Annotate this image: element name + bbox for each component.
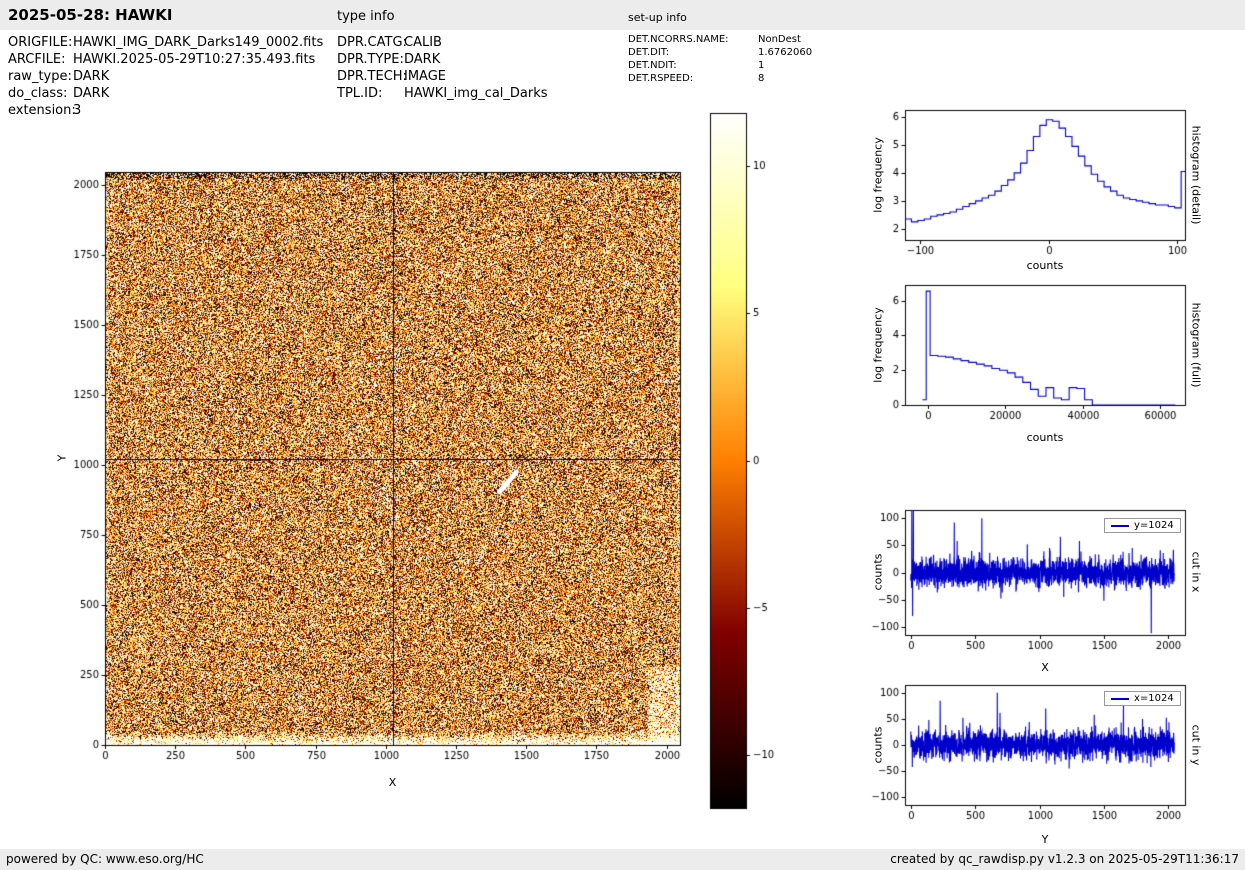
metadata-value: CALIB (404, 35, 442, 50)
metadata-key: DET.DIT: (628, 47, 670, 58)
metadata-type-column: DPR.CATG:CALIB DPR.TYPE:DARK DPR.TECH:IM… (337, 34, 548, 102)
metadata-key: TPL.ID: (337, 86, 383, 101)
cut-y-right-label: cut in y (1189, 724, 1203, 766)
cut-x-ylabel: counts (871, 553, 885, 591)
main-xlabel: X (388, 776, 397, 789)
metadata-row: do_class: DARK (8, 85, 323, 102)
hist-detail-xlabel: counts (1026, 259, 1064, 272)
metadata-value: 1.6762060 (758, 47, 813, 58)
hist-full-ylabel: log frequency (871, 307, 885, 383)
footer-bar: powered by QC: www.eso.org/HC created by… (0, 849, 1245, 870)
metadata-value: DARK (73, 86, 110, 101)
metadata-key: ORIGFILE: (8, 35, 73, 50)
metadata-key: DPR.TECH: (337, 69, 407, 84)
metadata-row: DPR.TYPE:DARK (337, 51, 548, 68)
metadata-key: DPR.CATG: (337, 35, 407, 50)
metadata-row: DPR.CATG:CALIB (337, 34, 548, 51)
cut-y-xlabel: Y (1041, 833, 1049, 846)
hist-full-xlabel: counts (1026, 431, 1064, 444)
setup-info-heading: set-up info (628, 11, 687, 24)
metadata-value: HAWKI_img_cal_Darks (404, 86, 548, 101)
legend-line-swatch (1111, 524, 1129, 527)
metadata-value: NonDest (758, 34, 801, 45)
header-bar: 2025-05-28: HAWKI type info set-up info (0, 0, 1245, 30)
metadata-row: extension:3 (8, 102, 323, 119)
colorbar (700, 105, 790, 820)
metadata-key: DET.NCORRS.NAME: (628, 34, 729, 45)
histogram-full-plot (850, 280, 1200, 452)
metadata-row: ORIGFILE:HAWKI_IMG_DARK_Darks149_0002.fi… (8, 34, 323, 51)
metadata-row: TPL.ID: HAWKI_img_cal_Darks (337, 85, 548, 102)
metadata-row: DET.NCORRS.NAME: NonDest (628, 33, 812, 46)
metadata-value: HAWKI_IMG_DARK_Darks149_0002.fits (73, 35, 324, 50)
metadata-row: DET.DIT: 1.6762060 (628, 46, 812, 59)
metadata-key: do_class: (8, 86, 68, 101)
metadata-row: raw_type:DARK (8, 68, 323, 85)
dark-frame-image (70, 160, 700, 790)
metadata-setup-column: DET.NCORRS.NAME: NonDest DET.DIT: 1.676206… (628, 33, 812, 85)
metadata-value: IMAGE (404, 69, 447, 84)
footer-left-text: powered by QC: www.eso.org/HC (6, 852, 204, 866)
metadata-left-column: ORIGFILE:HAWKI_IMG_DARK_Darks149_0002.fi… (8, 34, 323, 119)
legend-label: x=1024 (1134, 693, 1174, 704)
cut-y-legend: x=1024 (1104, 691, 1181, 706)
hist-detail-right-label: histogram (detail) (1189, 125, 1203, 225)
metadata-value: DARK (73, 69, 110, 84)
cut-x-right-label: cut in x (1189, 551, 1203, 593)
hist-detail-ylabel: log frequency (871, 137, 885, 213)
metadata-row: DPR.TECH:IMAGE (337, 68, 548, 85)
metadata-key: DET.RSPEED: (628, 73, 694, 84)
metadata-key: ARCFILE: (8, 52, 66, 67)
metadata-row: ARCFILE: HAWKI.2025-05-29T10:27:35.493.fi… (8, 51, 323, 68)
metadata-key: raw_type: (8, 69, 72, 84)
legend-line-swatch (1111, 697, 1129, 700)
legend-label: y=1024 (1134, 520, 1174, 531)
metadata-row: DET.RSPEED: 8 (628, 72, 812, 85)
cut-x-legend: y=1024 (1104, 518, 1181, 533)
metadata-value: 1 (758, 60, 765, 71)
metadata-value: HAWKI.2025-05-29T10:27:35.493.fits (73, 52, 316, 67)
hist-full-right-label: histogram (full) (1189, 302, 1203, 388)
type-info-heading: type info (337, 9, 395, 24)
metadata-key: extension: (8, 103, 76, 118)
metadata-value: 3 (73, 103, 82, 118)
main-ylabel: Y (55, 454, 69, 462)
metadata-key: DPR.TYPE: (337, 52, 404, 67)
metadata-row: DET.NDIT: 1 (628, 59, 812, 72)
cut-y-ylabel: counts (871, 726, 885, 764)
metadata-value: 8 (758, 73, 765, 84)
metadata-value: DARK (404, 52, 441, 67)
cut-x-xlabel: X (1041, 661, 1049, 674)
histogram-detail-plot (850, 100, 1200, 272)
footer-right-text: created by qc_rawdisp.py v1.2.3 on 2025-… (890, 852, 1239, 866)
page-title: 2025-05-28: HAWKI (8, 6, 173, 24)
metadata-key: DET.NDIT: (628, 60, 677, 71)
